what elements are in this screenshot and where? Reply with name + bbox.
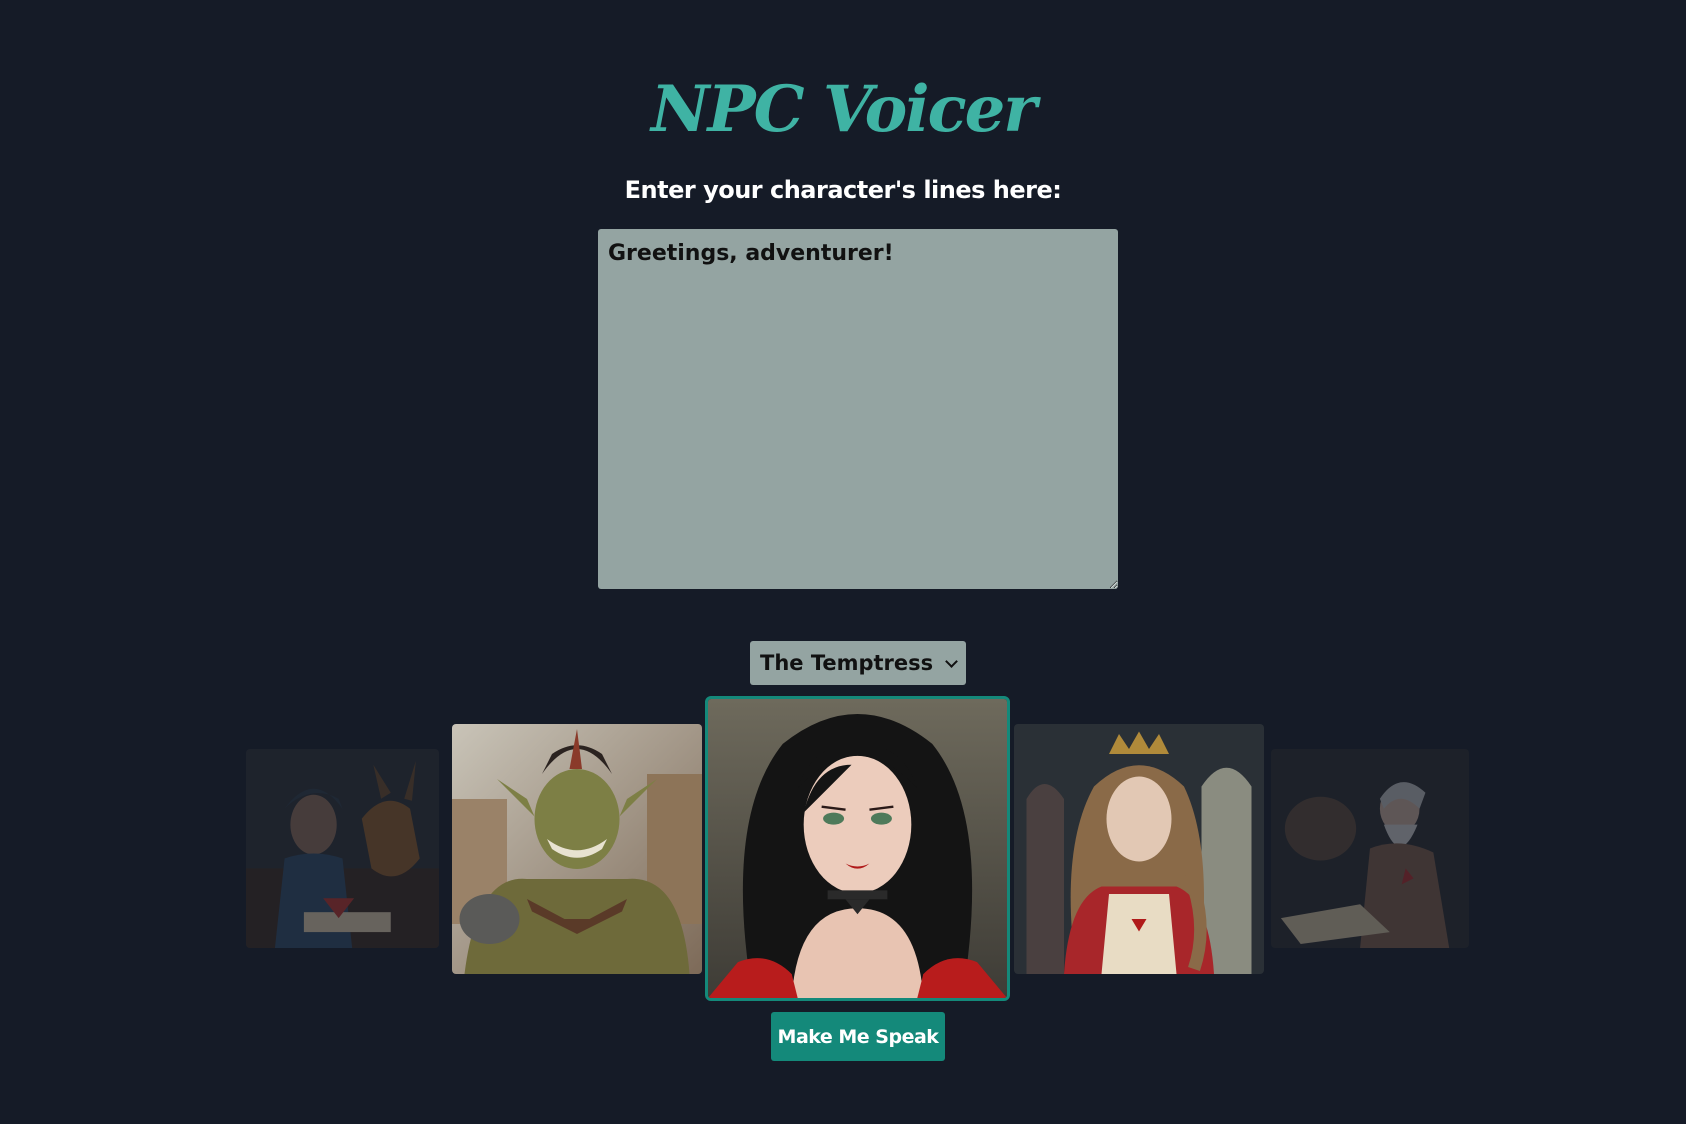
page: NPC Voicer Enter your character's lines … [0, 0, 1686, 1124]
portrait-orc-warrior[interactable] [452, 724, 702, 974]
make-me-speak-button[interactable]: Make Me Speak [771, 1012, 945, 1061]
portrait-old-wizard[interactable] [1271, 749, 1469, 948]
portrait-princess[interactable] [1014, 724, 1264, 974]
chevron-down-icon [945, 654, 958, 668]
portrait-scholar-with-dragon[interactable] [246, 749, 439, 948]
character-lines-input[interactable]: Greetings, adventurer! [598, 229, 1118, 589]
voice-select-value: The Temptress [760, 651, 934, 675]
lines-prompt-label: Enter your character's lines here: [624, 176, 1062, 204]
portrait-temptress[interactable] [705, 696, 1010, 1001]
voice-select[interactable]: The Temptress [750, 641, 966, 685]
page-title: NPC Voicer [650, 72, 1037, 147]
